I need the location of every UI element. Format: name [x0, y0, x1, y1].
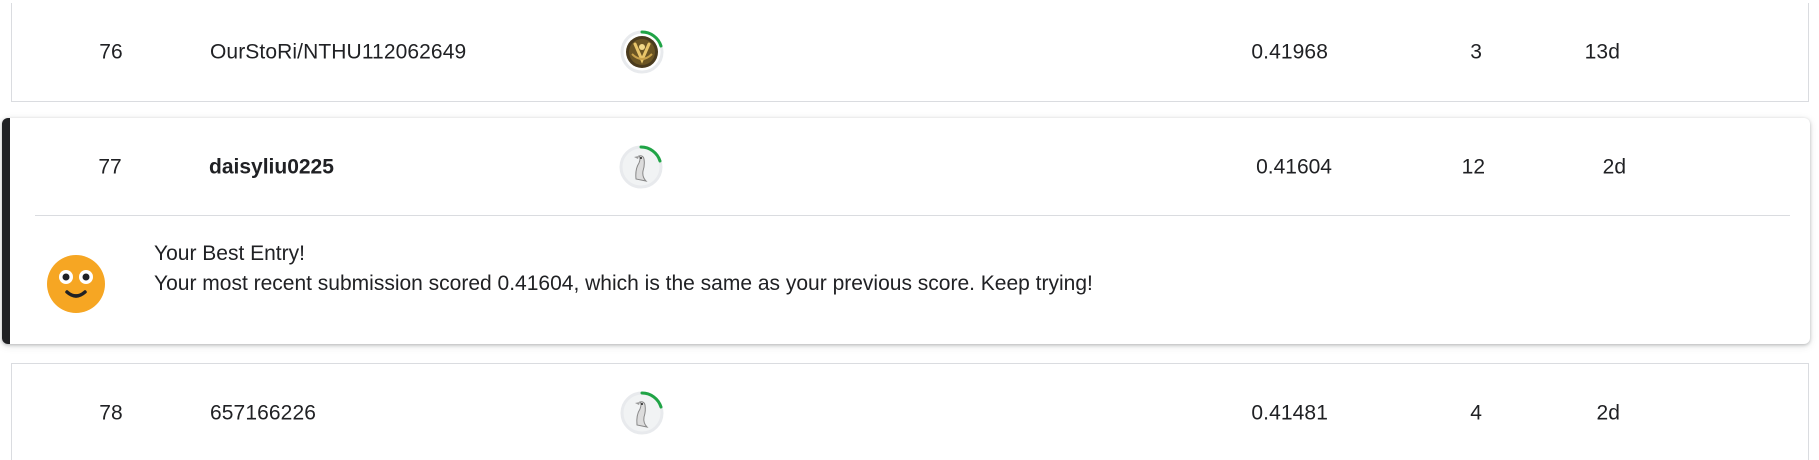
- leaderboard-row[interactable]: 76 OurStoRi/NTHU112062649 0.41968 3 13d: [11, 3, 1809, 102]
- leaderboard: 76 OurStoRi/NTHU112062649 0.41968 3 13d …: [0, 0, 1819, 460]
- smiley-face-icon: [46, 254, 106, 314]
- best-entry-message: Your most recent submission scored 0.416…: [154, 272, 1093, 295]
- entries-cell: 4: [1470, 401, 1482, 425]
- team-name-link[interactable]: 657166226: [210, 403, 316, 424]
- rank-cell: 76: [99, 40, 123, 64]
- card-divider: [35, 215, 1790, 216]
- entries-cell: 12: [1461, 155, 1485, 179]
- leaderboard-row[interactable]: 78 657166226 0.41481 4 2d: [11, 363, 1809, 460]
- your-entry-card[interactable]: 77 daisyliu0225 0.41604 12 2d Your Best …: [2, 118, 1810, 344]
- score-cell: 0.41604: [1256, 155, 1332, 179]
- avatar-goose-icon[interactable]: [620, 391, 664, 435]
- rank-cell: 77: [98, 155, 122, 179]
- score-cell: 0.41481: [1251, 401, 1328, 425]
- entries-cell: 3: [1470, 40, 1482, 64]
- team-name-link[interactable]: OurStoRi/NTHU112062649: [210, 42, 466, 63]
- avatar-golden-emblem-icon[interactable]: [620, 30, 664, 74]
- avatar-goose-icon[interactable]: [619, 145, 663, 189]
- best-entry-title: Your Best Entry!: [154, 242, 305, 265]
- score-cell: 0.41968: [1251, 40, 1328, 64]
- rank-cell: 78: [99, 401, 123, 425]
- last-submission-cell: 2d: [1602, 155, 1626, 179]
- last-submission-cell: 13d: [1584, 40, 1620, 64]
- highlight-accent-bar: [2, 118, 10, 344]
- team-name-link[interactable]: daisyliu0225: [209, 157, 334, 178]
- last-submission-cell: 2d: [1596, 401, 1620, 425]
